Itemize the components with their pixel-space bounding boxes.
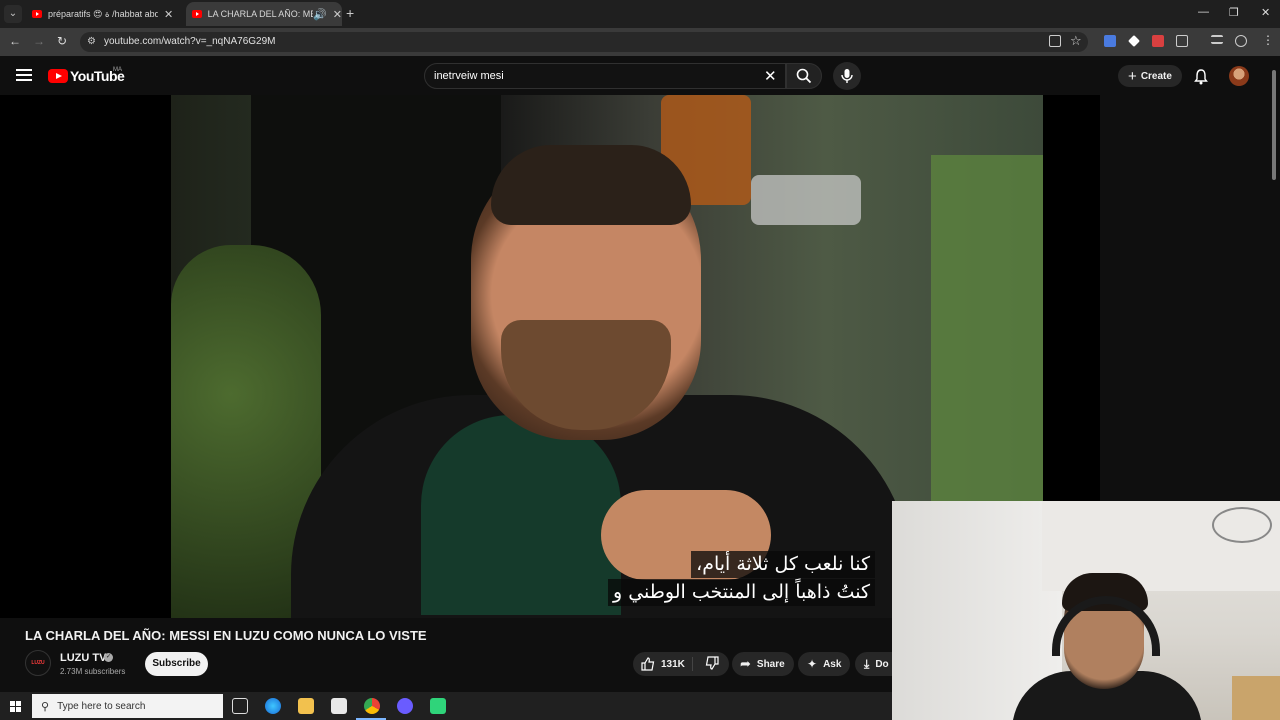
- extension-red-icon[interactable]: [1152, 35, 1164, 47]
- chrome-browser-icon[interactable]: [364, 698, 380, 714]
- microphone-icon: [841, 69, 853, 83]
- tab-title: LA CHARLA DEL AÑO: MES: [207, 9, 314, 19]
- url-text[interactable]: youtube.com/watch?v=_nqNA76G29M: [104, 36, 276, 47]
- taskbar-search[interactable]: ⚲ Type here to search: [32, 694, 223, 718]
- notifications-bell-icon[interactable]: [1194, 69, 1208, 85]
- video-scene-hair: [491, 145, 691, 225]
- webcam-shelf: [1232, 676, 1280, 720]
- reload-icon[interactable]: ↻: [57, 34, 67, 48]
- thumbs-down-icon: [705, 655, 719, 670]
- webcam-lamp: [1212, 507, 1272, 543]
- download-label: Do: [875, 658, 889, 670]
- youtube-favicon-icon: [32, 10, 42, 18]
- search-input[interactable]: inetrveiw mesi: [434, 70, 504, 82]
- discord-icon[interactable]: [397, 698, 413, 714]
- caption-line-2: كنتُ ذاهباً إلى المنتخب الوطني و: [607, 579, 875, 606]
- youtube-logo-icon[interactable]: [48, 69, 68, 83]
- new-tab-icon[interactable]: +: [346, 5, 354, 21]
- taskbar-search-placeholder: Type here to search: [57, 700, 146, 712]
- ask-button[interactable]: ✦ Ask: [798, 652, 850, 676]
- minimize-icon[interactable]: —: [1198, 6, 1209, 18]
- back-icon[interactable]: ←: [9, 34, 21, 48]
- create-button[interactable]: + Create: [1118, 65, 1182, 87]
- tab-search-icon[interactable]: ⌄: [4, 5, 22, 23]
- restore-icon[interactable]: ❐: [1229, 6, 1239, 19]
- recording-app-icon[interactable]: [430, 698, 446, 714]
- close-window-icon[interactable]: ✕: [1261, 6, 1270, 19]
- like-divider: [692, 657, 693, 671]
- site-info-icon[interactable]: ⚙: [87, 36, 96, 47]
- channel-name[interactable]: LUZU TV: [60, 652, 106, 664]
- create-label: Create: [1140, 70, 1172, 82]
- share-icon: ➦: [740, 656, 751, 671]
- plus-icon: +: [1128, 67, 1137, 85]
- like-count: 131K: [661, 658, 685, 670]
- edge-browser-icon[interactable]: [265, 698, 281, 714]
- browser-tab-1[interactable]: préparatifs 😍 ة /habbat abdel ✕: [26, 2, 182, 26]
- verified-badge-icon: ✓: [104, 653, 113, 662]
- bookmark-star-icon[interactable]: ☆: [1070, 33, 1082, 49]
- download-icon: ⤓: [864, 656, 870, 671]
- search-icon: ⚲: [41, 700, 50, 713]
- region-code: MA: [113, 67, 122, 73]
- webcam-overlay: [892, 501, 1280, 720]
- file-explorer-icon[interactable]: [298, 698, 314, 714]
- browser-tab-2[interactable]: LA CHARLA DEL AÑO: MES 🔊 ✕: [186, 2, 342, 26]
- tab-title: préparatifs 😍 ة /habbat abdel: [48, 8, 158, 19]
- video-scene-shirt: [421, 415, 621, 615]
- media-controls-icon[interactable]: [1211, 35, 1223, 44]
- youtube-favicon-icon: [192, 10, 202, 18]
- account-avatar[interactable]: [1229, 66, 1249, 86]
- share-label: Share: [756, 658, 785, 670]
- menu-icon[interactable]: ⋮: [1262, 33, 1274, 47]
- like-dislike-group: 131K: [633, 652, 729, 676]
- guide-menu-icon[interactable]: [16, 69, 32, 81]
- video-scene-bokeh: [751, 175, 861, 225]
- microsoft-store-icon[interactable]: [331, 698, 347, 714]
- video-title: LA CHARLA DEL AÑO: MESSI EN LUZU COMO NU…: [25, 628, 427, 643]
- share-button[interactable]: ➦ Share: [732, 652, 794, 676]
- page-scrollbar[interactable]: [1272, 70, 1276, 180]
- caption-line-1: كنا نلعب كل ثلاثة أيام،: [691, 551, 875, 578]
- voice-search-button[interactable]: [833, 62, 861, 90]
- profile-icon[interactable]: [1235, 35, 1247, 47]
- translate-extension-icon[interactable]: [1104, 35, 1116, 47]
- sparkle-icon: ✦: [807, 657, 818, 671]
- install-app-icon[interactable]: [1049, 35, 1061, 47]
- close-icon[interactable]: ✕: [164, 8, 173, 21]
- dislike-button[interactable]: [705, 655, 729, 673]
- thumbs-up-icon: [641, 657, 655, 671]
- subscriber-count: 2.73M subscribers: [60, 667, 126, 676]
- ask-label: Ask: [823, 658, 842, 670]
- channel-avatar[interactable]: LUZU: [25, 650, 51, 676]
- audio-icon[interactable]: 🔊: [313, 8, 327, 21]
- search-icon: [796, 68, 812, 84]
- search-button[interactable]: [786, 63, 822, 89]
- windows-start-icon[interactable]: [10, 701, 21, 712]
- extensions-icon[interactable]: [1176, 35, 1188, 47]
- video-scene-bokeh: [931, 155, 1043, 515]
- task-view-icon[interactable]: [232, 698, 248, 714]
- close-icon[interactable]: ✕: [333, 8, 342, 21]
- clear-search-icon[interactable]: ✕: [764, 67, 777, 85]
- forward-icon[interactable]: →: [33, 34, 45, 48]
- like-button[interactable]: 131K: [633, 657, 685, 671]
- subscribe-button[interactable]: Subscribe: [145, 652, 208, 676]
